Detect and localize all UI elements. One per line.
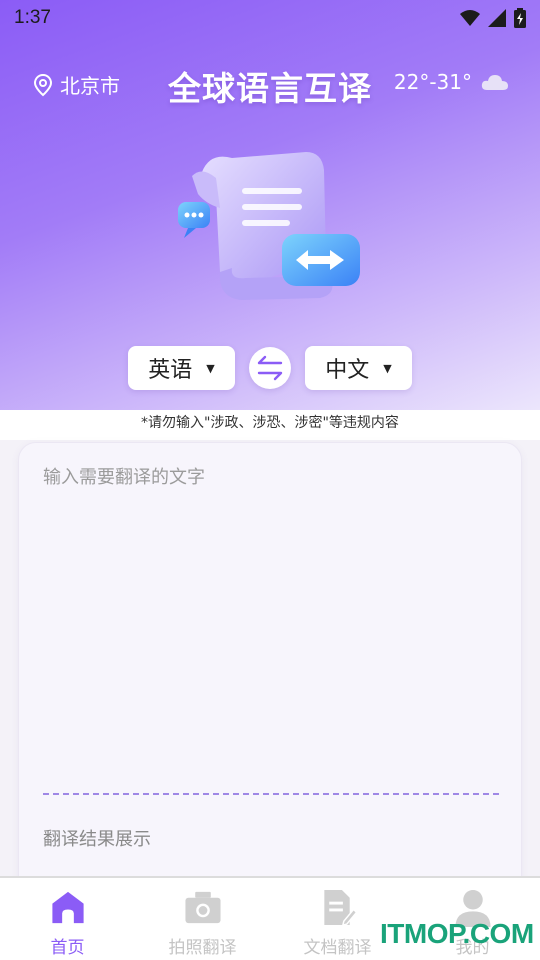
language-selector: 英语 ▼ 中文 ▼ [0,346,540,390]
wifi-icon [460,10,480,26]
status-icons [460,8,526,28]
translation-card: 输入需要翻译的文字 翻译结果展示 [18,442,522,902]
dashed-divider [43,793,499,795]
target-language-label: 中文 [325,358,370,383]
cloud-icon [481,75,508,90]
swap-languages-button[interactable] [249,347,291,389]
caret-down-icon: ▼ [206,361,215,375]
tab-photo-translate-label: 拍照翻译 [168,938,237,958]
camera-icon [184,891,221,924]
tab-document-translate-label: 文档翻译 [303,938,372,958]
translation-result: 翻译结果展示 [43,829,151,850]
tab-home[interactable]: 首页 [0,888,135,958]
weather: 22°-31° [394,70,510,94]
content-notice: *请勿输入"涉政、涉恐、涉密"等违规内容 [0,410,540,440]
status-bar: 1:37 [0,0,540,36]
swap-icon [257,355,283,381]
translation-input[interactable]: 输入需要翻译的文字 [43,463,499,763]
battery-icon [514,8,526,28]
caret-down-icon: ▼ [383,361,392,375]
translate-scroll-illustration [178,152,360,300]
source-language-label: 英语 [148,358,193,383]
header: 北京市 全球语言互译 22°-31° [0,58,540,108]
hero-banner: 1:37 北京市 全球语言互译 22°-31° 英语 ▼ 中文 ▼ [0,0,540,410]
temperature-range: 22°-31° [393,70,472,94]
tab-home-label: 首页 [50,938,85,958]
source-language-dropdown[interactable]: 英语 ▼ [128,346,235,390]
tab-photo-translate[interactable]: 拍照翻译 [135,888,270,958]
watermark-text: ITMOP.COM [380,918,534,949]
target-language-dropdown[interactable]: 中文 ▼ [305,346,412,390]
status-time: 1:37 [14,7,51,28]
signal-icon [488,9,506,27]
home-icon [51,891,84,924]
document-edit-icon [323,889,358,927]
